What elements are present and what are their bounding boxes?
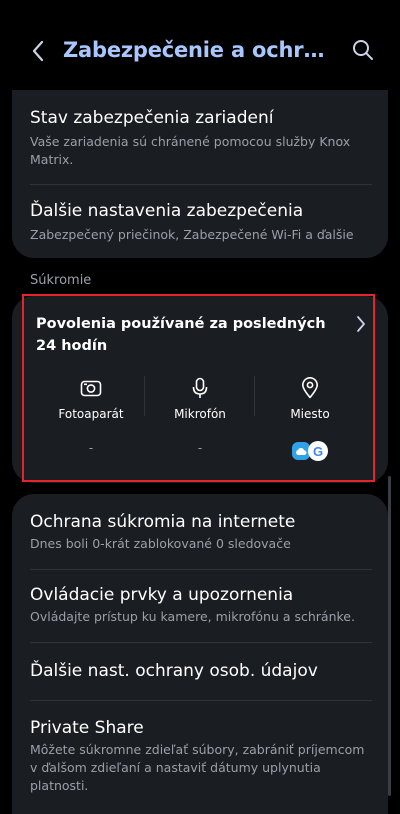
divider xyxy=(30,184,372,185)
item-subtitle: Zabezpečený priečinok, Zabezpečené Wi-Fi… xyxy=(30,227,354,242)
permission-microphone[interactable]: Mikrofón - xyxy=(145,376,255,463)
chevron-left-icon xyxy=(32,40,44,62)
search-button[interactable] xyxy=(350,37,376,63)
permission-label: Fotoaparát xyxy=(58,407,124,421)
permission-value: - xyxy=(197,441,203,455)
permission-label: Mikrofón xyxy=(174,407,226,421)
permission-label: Miesto xyxy=(290,407,330,421)
section-label-privacy: Súkromie xyxy=(30,273,92,288)
back-button[interactable] xyxy=(24,36,52,66)
page-title: Zabezpečenie a ochrana... xyxy=(63,38,338,62)
more-privacy-settings-item[interactable]: Ďalšie nast. ochrany osob. údajov xyxy=(30,661,372,681)
scrollbar[interactable] xyxy=(388,476,391,796)
item-subtitle: Môžete súkromne zdieľať súbory, zabrániť… xyxy=(30,742,365,793)
private-share-item[interactable]: Private Share Môžete súkromne zdieľať sú… xyxy=(30,718,372,795)
device-security-status-item[interactable]: Stav zabezpečenia zariadení Vaše zariade… xyxy=(30,108,372,169)
item-subtitle: Dnes boli 0-krát zablokované 0 sledovače xyxy=(30,536,291,551)
item-title: Ďalšie nastavenia zabezpečenia xyxy=(30,201,304,221)
item-subtitle: Ovládajte prístup ku kamere, mikrofónu a… xyxy=(30,609,355,624)
divider xyxy=(30,642,372,643)
microphone-icon xyxy=(192,377,208,398)
item-title: Ďalšie nast. ochrany osob. údajov xyxy=(30,661,318,681)
item-title: Ochrana súkromia na internete xyxy=(30,512,296,532)
item-title: Private Share xyxy=(30,718,144,738)
search-icon xyxy=(353,40,373,60)
location-pin-icon xyxy=(302,377,318,399)
location-apps: G xyxy=(255,441,365,463)
security-card: Stav zabezpečenia zariadení Vaše zariade… xyxy=(12,90,388,258)
permissions-card[interactable]: Povolenia používané za posledných 24 hod… xyxy=(12,296,388,483)
divider xyxy=(30,569,372,570)
more-security-settings-item[interactable]: Ďalšie nastavenia zabezpečenia Zabezpeče… xyxy=(30,201,372,244)
google-app-icon: G xyxy=(308,441,328,461)
permission-location[interactable]: Miesto G xyxy=(255,376,365,463)
divider xyxy=(30,700,372,701)
internet-privacy-item[interactable]: Ochrana súkromia na internete Dnes boli … xyxy=(30,512,372,553)
item-subtitle: Vaše zariadenia sú chránené pomocou služ… xyxy=(30,134,351,167)
privacy-card: Ochrana súkromia na internete Dnes boli … xyxy=(12,494,388,814)
item-title: Stav zabezpečenia zariadení xyxy=(30,108,274,128)
item-title: Ovládacie prvky a upozornenia xyxy=(30,585,294,605)
chevron-right-icon xyxy=(357,316,365,332)
camera-icon xyxy=(80,380,102,397)
controls-and-alerts-item[interactable]: Ovládacie prvky a upozornenia Ovládajte … xyxy=(30,585,372,626)
app-header: Zabezpečenie a ochrana... xyxy=(0,0,400,104)
permission-value: - xyxy=(88,441,94,455)
permissions-title: Povolenia používané za posledných 24 hod… xyxy=(36,316,326,354)
permissions-open-button[interactable] xyxy=(353,314,369,334)
permission-camera[interactable]: Fotoaparát - xyxy=(36,376,146,463)
